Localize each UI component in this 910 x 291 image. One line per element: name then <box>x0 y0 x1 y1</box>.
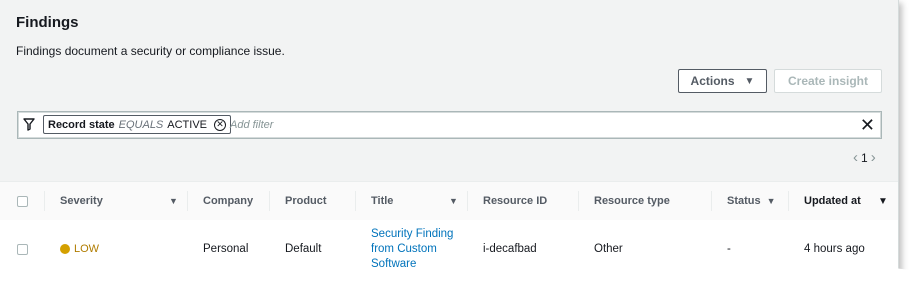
actions-button-label: Actions <box>690 74 735 88</box>
current-page-number[interactable]: 1 <box>861 151 868 165</box>
findings-panel: Findings Findings document a security or… <box>0 0 899 282</box>
filter-token-key: Record state <box>48 118 115 131</box>
add-filter-input[interactable]: Add filter <box>230 119 273 131</box>
torn-edge-decoration <box>0 264 910 291</box>
page-description: Findings document a security or complian… <box>16 44 285 58</box>
sort-icon-title[interactable]: ▼ <box>443 182 458 220</box>
filter-token[interactable]: Record state EQUALS ACTIVE ✕ <box>43 115 232 134</box>
column-header-product[interactable]: Product <box>285 182 327 220</box>
column-header-resource-type[interactable]: Resource type <box>594 182 670 220</box>
select-all-checkbox[interactable] <box>17 182 28 220</box>
actions-button[interactable]: Actions ▼ <box>678 69 767 93</box>
filter-bar[interactable]: Record state EQUALS ACTIVE ✕ Add filter … <box>17 111 882 139</box>
column-header-company[interactable]: Company <box>203 182 253 220</box>
column-header-updated-at[interactable]: Updated at <box>804 182 861 220</box>
severity-low-icon <box>60 244 70 254</box>
previous-page-icon[interactable]: ‹ <box>853 149 858 166</box>
page-title: Findings <box>16 14 79 31</box>
sort-desc-icon-updated-at[interactable]: ▼ <box>872 182 888 220</box>
table-header: Severity ▼ Company Product Title ▼ Resou… <box>0 181 898 221</box>
filter-token-operator: EQUALS <box>118 118 164 131</box>
column-header-severity[interactable]: Severity <box>60 182 103 220</box>
filter-icon <box>23 118 35 131</box>
remove-filter-icon[interactable]: ✕ <box>214 118 227 131</box>
sort-icon-severity[interactable]: ▼ <box>163 182 178 220</box>
caret-down-icon: ▼ <box>744 75 755 87</box>
clear-filters-icon[interactable]: ✕ <box>860 115 875 135</box>
next-page-icon[interactable]: › <box>871 149 876 166</box>
column-header-status[interactable]: Status ▼ <box>727 182 776 220</box>
sort-icon-status: ▼ <box>766 196 776 206</box>
pagination: ‹ 1 › <box>853 149 876 166</box>
create-insight-button[interactable]: Create insight <box>774 69 882 93</box>
filter-token-value: ACTIVE <box>167 118 208 131</box>
column-header-title[interactable]: Title <box>371 182 393 220</box>
column-header-resource-id[interactable]: Resource ID <box>483 182 547 220</box>
